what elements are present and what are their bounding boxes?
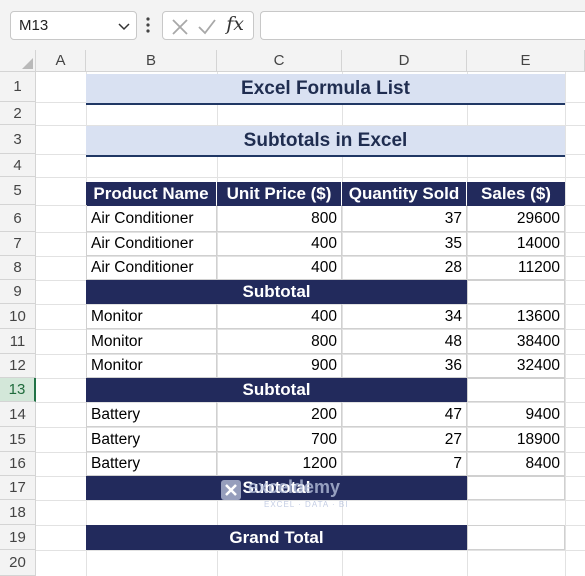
spreadsheet-grid: ABCDE 1 2 3 4 5 6 7 8 9 10 11 12 13 14 15 16 17 18 19 20 Ex… [0,50,585,576]
column-header-b[interactable]: B [86,50,217,72]
gridline-horizontal [36,550,585,551]
row-header-13[interactable]: 13 [0,378,36,402]
row-header-6[interactable]: 6 [0,205,36,232]
quantity-sold-cell[interactable]: 37 [342,205,467,232]
subtotal-label[interactable]: Subtotal [86,378,467,402]
sales-cell[interactable]: 11200 [467,256,565,280]
row-header-11[interactable]: 11 [0,329,36,354]
more-options-icon[interactable] [145,15,151,35]
row-header-20[interactable]: 20 [0,550,36,576]
unit-price-cell[interactable]: 800 [217,329,342,354]
unit-price-cell[interactable]: 400 [217,256,342,280]
header-product-name[interactable]: Product Name [86,182,217,206]
quantity-sold-cell[interactable]: 47 [342,402,467,427]
header-unit-price[interactable]: Unit Price ($) [217,182,342,206]
sheet-title: Excel Formula List [86,74,565,105]
product-name-cell[interactable]: Monitor [86,329,217,354]
product-name-cell[interactable]: Battery [86,452,217,476]
header-sales[interactable]: Sales ($) [467,182,565,206]
quantity-sold-cell[interactable]: 36 [342,354,467,378]
formula-input[interactable] [260,11,585,40]
formula-bar: M13 fx [0,0,585,50]
chevron-down-icon[interactable] [118,23,130,31]
sales-cell[interactable]: 38400 [467,329,565,354]
subtotal-value-cell[interactable] [467,280,565,304]
confirm-check-icon[interactable] [197,17,217,37]
row-header-14[interactable]: 14 [0,402,36,427]
row-header-5[interactable]: 5 [0,177,36,205]
product-name-cell[interactable]: Battery [86,402,217,427]
row-header-18[interactable]: 18 [0,500,36,525]
quantity-sold-cell[interactable]: 48 [342,329,467,354]
gridline-horizontal [36,500,585,501]
column-header-a[interactable]: A [36,50,86,72]
subtotal-value-cell[interactable] [467,476,565,500]
column-header-e[interactable]: E [467,50,585,72]
unit-price-cell[interactable]: 900 [217,354,342,378]
insert-function-icon[interactable]: fx [226,13,244,35]
sales-cell[interactable]: 32400 [467,354,565,378]
grand-total-label[interactable]: Grand Total [86,525,467,550]
row-header-8[interactable]: 8 [0,256,36,280]
row-header-16[interactable]: 16 [0,452,36,476]
sales-cell[interactable]: 18900 [467,427,565,452]
grand-total-value-cell[interactable] [467,525,565,550]
quantity-sold-cell[interactable]: 35 [342,232,467,256]
header-quantity-sold[interactable]: Quantity Sold [342,182,467,206]
row-header-7[interactable]: 7 [0,232,36,256]
unit-price-cell[interactable]: 800 [217,205,342,232]
product-name-cell[interactable]: Air Conditioner [86,205,217,232]
sales-cell[interactable]: 13600 [467,304,565,329]
name-box-value: M13 [19,17,49,34]
product-name-cell[interactable]: Air Conditioner [86,232,217,256]
name-box[interactable]: M13 [10,11,137,40]
subtotal-label[interactable]: Subtotal [86,476,467,500]
sales-cell[interactable]: 9400 [467,402,565,427]
sales-cell[interactable]: 14000 [467,232,565,256]
gridline-horizontal [36,177,585,178]
product-name-cell[interactable]: Battery [86,427,217,452]
product-name-cell[interactable]: Monitor [86,354,217,378]
product-name-cell[interactable]: Air Conditioner [86,256,217,280]
row-header-17[interactable]: 17 [0,476,36,500]
row-header-19[interactable]: 19 [0,525,36,550]
row-header-12[interactable]: 12 [0,354,36,378]
sales-cell[interactable]: 8400 [467,452,565,476]
unit-price-cell[interactable]: 700 [217,427,342,452]
quantity-sold-cell[interactable]: 34 [342,304,467,329]
quantity-sold-cell[interactable]: 27 [342,427,467,452]
sales-cell[interactable]: 29600 [467,205,565,232]
subtotal-label[interactable]: Subtotal [86,280,467,304]
row-header-3[interactable]: 3 [0,125,36,154]
column-header-c[interactable]: C [217,50,342,72]
quantity-sold-cell[interactable]: 28 [342,256,467,280]
cancel-icon[interactable] [170,17,190,37]
row-header-15[interactable]: 15 [0,427,36,452]
row-header-2[interactable]: 2 [0,102,36,125]
select-all-corner[interactable] [0,50,36,72]
row-header-9[interactable]: 9 [0,280,36,304]
row-header-10[interactable]: 10 [0,304,36,329]
row-header-4[interactable]: 4 [0,154,36,177]
unit-price-cell[interactable]: 200 [217,402,342,427]
subtotal-value-cell[interactable] [467,378,565,402]
unit-price-cell[interactable]: 400 [217,232,342,256]
column-header-d[interactable]: D [342,50,467,72]
unit-price-cell[interactable]: 1200 [217,452,342,476]
product-name-cell[interactable]: Monitor [86,304,217,329]
row-header-1[interactable]: 1 [0,72,36,102]
unit-price-cell[interactable]: 400 [217,304,342,329]
quantity-sold-cell[interactable]: 7 [342,452,467,476]
sheet-subtitle: Subtotals in Excel [86,126,565,157]
formula-actions: fx [162,11,254,40]
